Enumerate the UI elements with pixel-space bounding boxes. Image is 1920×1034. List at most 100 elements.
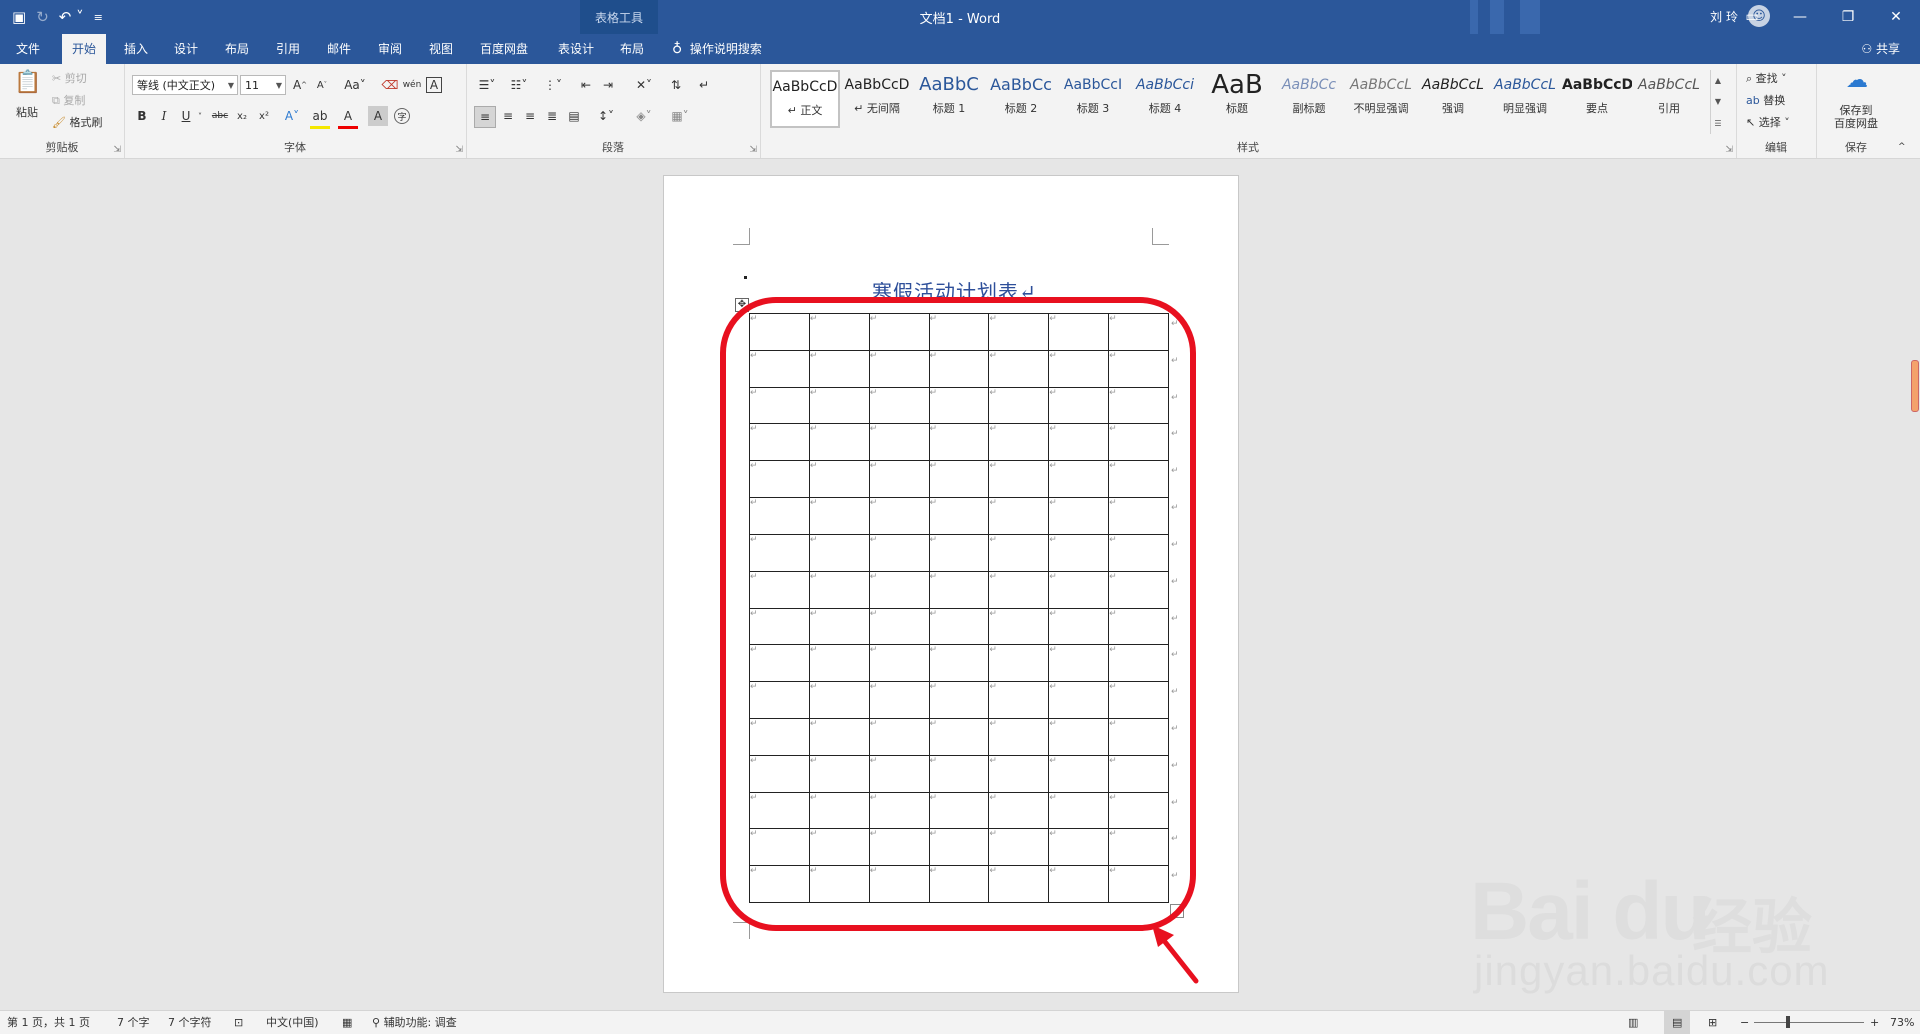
char-border-icon[interactable]: A xyxy=(426,77,442,93)
shrink-font-icon[interactable]: Aˇ xyxy=(312,75,332,95)
style-subtle-emphasis[interactable]: AaBbCcL 不明显强调 xyxy=(1346,70,1416,128)
undo-icon[interactable]: ↶ ˅ xyxy=(59,8,84,26)
align-center-icon[interactable]: ≡ xyxy=(498,106,518,126)
word-count[interactable]: 7 个字 xyxy=(117,1011,150,1034)
shading-icon[interactable]: ◈˅ xyxy=(630,106,658,126)
zoom-out-icon[interactable]: − xyxy=(1740,1011,1749,1034)
style-heading-4[interactable]: AaBbCci 标题 4 xyxy=(1130,70,1200,128)
gallery-more-icon[interactable]: ☰ xyxy=(1714,119,1721,128)
tab-review[interactable]: 审阅 xyxy=(368,34,412,64)
style-no-spacing[interactable]: AaBbCcD ↵ 无间隔 xyxy=(842,70,912,128)
tab-view[interactable]: 视图 xyxy=(419,34,463,64)
chevron-down-icon[interactable]: ▼ xyxy=(1715,97,1721,106)
sort-icon[interactable]: ⇅ xyxy=(666,75,686,95)
subscript-icon[interactable]: x₂ xyxy=(232,106,252,126)
clear-format-icon[interactable]: ⌫ xyxy=(380,75,400,95)
chevron-up-icon[interactable]: ▲ xyxy=(1715,76,1721,85)
style-heading-1[interactable]: AaBbC 标题 1 xyxy=(914,70,984,128)
char-count[interactable]: 7 个字符 xyxy=(168,1011,212,1034)
dialog-launcher-icon[interactable]: ⇲ xyxy=(455,145,463,155)
tab-references[interactable]: 引用 xyxy=(266,34,310,64)
style-subtitle[interactable]: AaBbCc 副标题 xyxy=(1274,70,1344,128)
justify-icon[interactable]: ≣ xyxy=(542,106,562,126)
customize-icon[interactable]: ≡ xyxy=(94,11,103,24)
redo-icon[interactable]: ↻ xyxy=(36,8,49,26)
close-icon[interactable]: ✕ xyxy=(1872,0,1920,34)
style-heading-2[interactable]: AaBbCc 标题 2 xyxy=(986,70,1056,128)
align-left-icon[interactable]: ≡ xyxy=(474,106,496,128)
increase-indent-icon[interactable]: ⇥ xyxy=(598,75,618,95)
cut-button[interactable]: ✂ 剪切 xyxy=(52,70,87,86)
chinese-layout-icon[interactable]: ✕˅ xyxy=(630,75,658,95)
baidu-cloud-icon[interactable]: ☁ xyxy=(1846,68,1868,93)
dialog-launcher-icon[interactable]: ⇲ xyxy=(113,145,121,155)
restore-icon[interactable]: ❐ xyxy=(1824,0,1872,34)
highlight-icon[interactable]: ab xyxy=(310,106,330,129)
paste-icon[interactable]: 📋 xyxy=(14,70,41,95)
style-quote[interactable]: AaBbCcL 引用 xyxy=(1634,70,1704,128)
change-case-icon[interactable]: Aa˅ xyxy=(342,75,368,95)
dialog-launcher-icon[interactable]: ⇲ xyxy=(1725,145,1733,155)
font-color-icon[interactable]: A xyxy=(338,106,358,129)
zoom-level[interactable]: 73% xyxy=(1890,1011,1914,1034)
collapse-ribbon-icon[interactable]: ^ xyxy=(1898,142,1906,152)
dialog-launcher-icon[interactable]: ⇲ xyxy=(749,145,757,155)
tab-file[interactable]: 文件 xyxy=(6,34,50,64)
save-to-netdisk-button[interactable]: 保存到 百度网盘 xyxy=(1834,104,1878,130)
enclose-char-icon[interactable]: 字 xyxy=(394,108,410,124)
style-normal[interactable]: AaBbCcD ↵ 正文 xyxy=(770,70,840,128)
style-emphasis[interactable]: AaBbCcL 强调 xyxy=(1418,70,1488,128)
decrease-indent-icon[interactable]: ⇤ xyxy=(576,75,596,95)
numbering-icon[interactable]: ☷˅ xyxy=(506,75,532,95)
text-effects-icon[interactable]: A˅ xyxy=(282,106,302,126)
language[interactable]: 中文(中国) xyxy=(266,1011,319,1034)
find-button[interactable]: ⌕ 查找 ˅ xyxy=(1746,70,1787,86)
paste-button[interactable]: 粘贴 xyxy=(16,104,38,120)
show-marks-icon[interactable]: ↵ xyxy=(694,75,714,95)
phonetic-guide-icon[interactable]: wén xyxy=(402,75,422,95)
tell-me-search[interactable]: ♁ 操作说明搜索 xyxy=(672,34,762,64)
italic-icon[interactable]: I xyxy=(154,106,174,126)
read-mode-icon[interactable]: ▥ xyxy=(1628,1011,1638,1034)
line-spacing-icon[interactable]: ↕˅ xyxy=(592,106,620,126)
font-name-combo[interactable]: 等线 (中文正文) ▼ xyxy=(132,75,238,95)
zoom-slider[interactable] xyxy=(1754,1022,1864,1023)
style-intense-emphasis[interactable]: AaBbCcL 明显强调 xyxy=(1490,70,1560,128)
tab-home[interactable]: 开始 xyxy=(62,34,107,64)
tab-table-layout[interactable]: 布局 xyxy=(610,34,654,64)
tab-table-design[interactable]: 表设计 xyxy=(548,34,604,64)
zoom-in-icon[interactable]: + xyxy=(1870,1011,1879,1034)
ribbon-display-icon[interactable]: ▭ xyxy=(1728,0,1776,34)
tab-mailings[interactable]: 邮件 xyxy=(317,34,361,64)
page-count[interactable]: 第 1 页，共 1 页 xyxy=(7,1011,90,1034)
zoom-slider-thumb[interactable] xyxy=(1786,1016,1790,1028)
borders-icon[interactable]: ▦˅ xyxy=(666,106,694,126)
bold-icon[interactable]: B xyxy=(132,106,152,126)
accessibility-status[interactable]: ⚲ 辅助功能: 调查 xyxy=(372,1011,457,1034)
align-right-icon[interactable]: ≡ xyxy=(520,106,540,126)
style-heading-3[interactable]: AaBbCcI 标题 3 xyxy=(1058,70,1128,128)
web-layout-icon[interactable]: ⊞ xyxy=(1708,1011,1717,1034)
replace-button[interactable]: ab 替换 xyxy=(1746,92,1785,108)
strikethrough-icon[interactable]: abc xyxy=(210,106,230,126)
superscript-icon[interactable]: x² xyxy=(254,106,274,126)
tab-insert[interactable]: 插入 xyxy=(114,34,158,64)
select-button[interactable]: ↖ 选择 ˅ xyxy=(1746,114,1790,130)
macro-icon[interactable]: ▦ xyxy=(342,1011,352,1034)
tab-baidu-netdisk[interactable]: 百度网盘 xyxy=(470,34,538,64)
chevron-down-icon[interactable]: ˅ xyxy=(190,106,210,126)
share-button[interactable]: ⚇ 共享 xyxy=(1861,34,1900,64)
bullets-icon[interactable]: ☰˅ xyxy=(474,75,500,95)
style-title[interactable]: AaB 标题 xyxy=(1202,70,1272,128)
print-layout-icon[interactable]: ▤ xyxy=(1664,1011,1691,1034)
font-size-combo[interactable]: 11 ▼ xyxy=(240,75,286,95)
grow-font-icon[interactable]: A ^ xyxy=(290,75,310,95)
minimize-icon[interactable]: — xyxy=(1776,0,1824,34)
proofing-icon[interactable]: ⊡ xyxy=(234,1011,243,1034)
format-painter-button[interactable]: 🖌 格式刷 xyxy=(52,114,102,130)
multilevel-list-icon[interactable]: ⋮˅ xyxy=(540,75,566,95)
style-strong[interactable]: AaBbCcD 要点 xyxy=(1562,70,1632,128)
gallery-scroll[interactable]: ▲ ▼ ☰ xyxy=(1710,70,1725,134)
char-shading-icon[interactable]: A xyxy=(368,106,388,126)
tab-design[interactable]: 设计 xyxy=(164,34,208,64)
